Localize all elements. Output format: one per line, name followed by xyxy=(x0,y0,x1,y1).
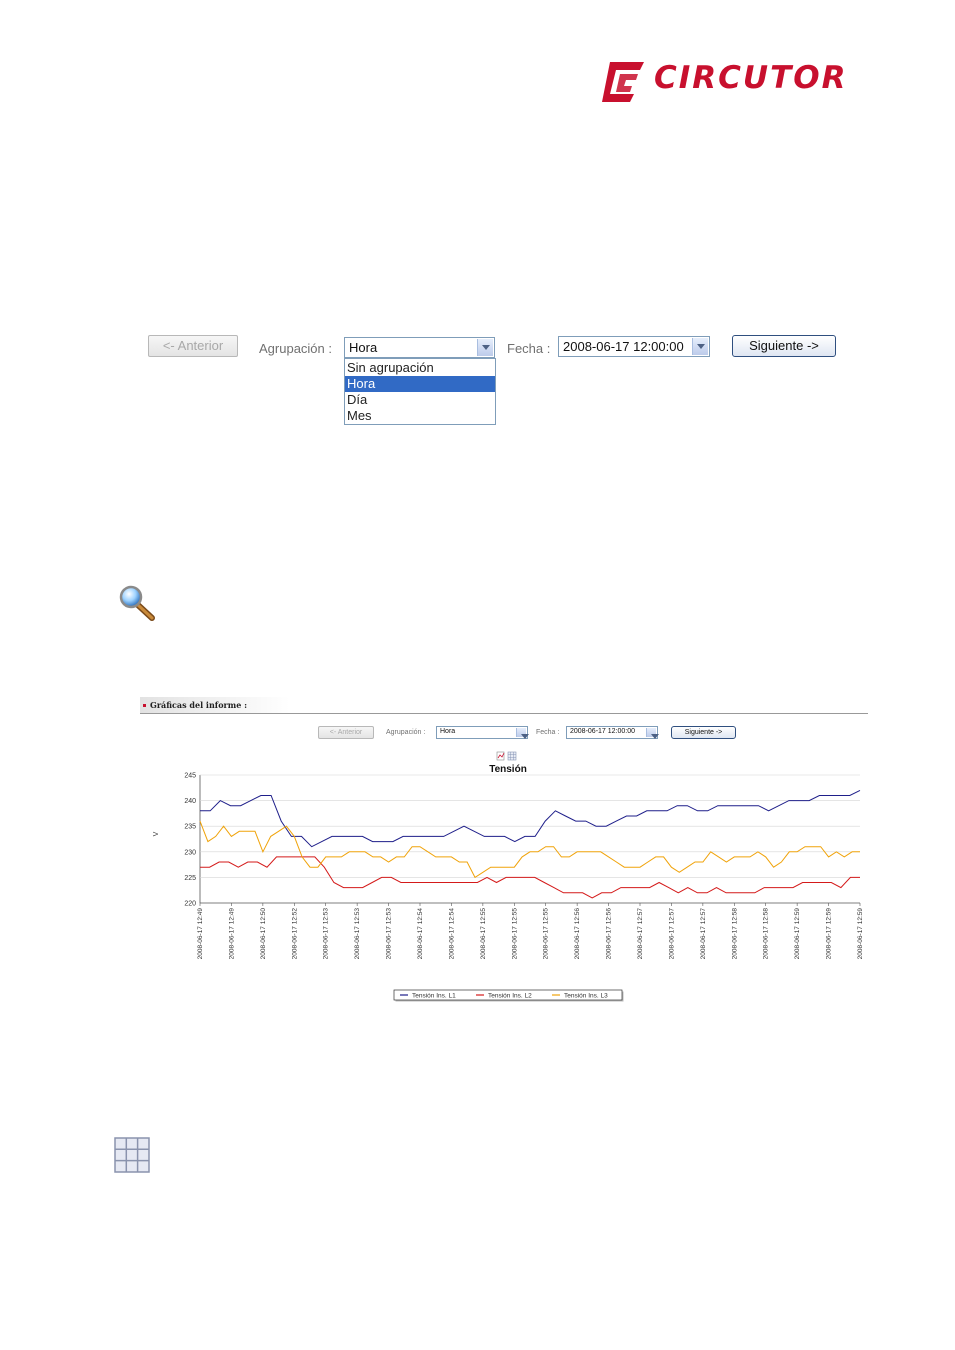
legend-label: Tensión Ins. L1 xyxy=(412,992,456,999)
bullet-icon xyxy=(143,704,146,707)
siguiente-button[interactable]: Siguiente -> xyxy=(732,335,836,357)
chart-legend: Tensión Ins. L1 Tensión Ins. L2 Tensión In… xyxy=(393,989,624,1002)
y-tick-label: 220 xyxy=(184,901,196,908)
series-line xyxy=(199,820,860,879)
x-tick-label: 2008-06-17 12:56 xyxy=(606,908,613,960)
report-anterior-button[interactable]: <- Anterior xyxy=(318,726,374,739)
legend-label: Tensión Ins. L2 xyxy=(488,992,532,999)
y-tick-label: 230 xyxy=(184,849,196,856)
chevron-down-icon[interactable] xyxy=(477,339,493,356)
chart-title: Tensión xyxy=(489,764,527,775)
chevron-down-icon[interactable] xyxy=(516,728,529,739)
x-tick-label: 2008-06-17 12:58 xyxy=(763,908,770,960)
magnifier-icon xyxy=(116,584,158,624)
agrupacion-option[interactable]: Mes xyxy=(345,408,495,424)
x-tick-label: 2008-06-17 12:50 xyxy=(260,908,267,960)
x-tick-label: 2008-06-17 12:57 xyxy=(700,908,707,960)
agrupacion-dropdown-list: Sin agrupación Hora Día Mes xyxy=(344,358,496,425)
report-section-tab: Gráficas del informe : xyxy=(140,697,290,713)
report-agrupacion-label: Agrupación : xyxy=(386,729,426,736)
agrupacion-option[interactable]: Sin agrupación xyxy=(345,360,495,376)
circutor-logo: CIRCUTOR xyxy=(600,58,855,108)
legend-label: Tensión Ins. L3 xyxy=(564,992,608,999)
x-tick-label: 2008-06-17 12:57 xyxy=(637,908,644,960)
chart-view-toggle xyxy=(496,748,518,761)
x-tick-label: 2008-06-17 12:54 xyxy=(448,908,455,960)
fecha-select[interactable]: 2008-06-17 12:00:00 xyxy=(558,336,710,357)
x-tick-label: 2008-06-17 12:49 xyxy=(228,908,235,960)
x-tick-label: 2008-06-17 12:59 xyxy=(826,908,833,960)
report-section-header: Gráficas del informe : xyxy=(140,697,868,714)
report-siguiente-button[interactable]: Siguiente -> xyxy=(671,726,736,739)
x-tick-label: 2008-06-17 12:53 xyxy=(323,908,330,960)
agrupacion-select-value: Hora xyxy=(349,340,378,355)
x-tick-label: 2008-06-17 12:52 xyxy=(291,908,298,960)
x-tick-label: 2008-06-17 12:54 xyxy=(417,908,424,960)
circutor-logo-mark xyxy=(602,62,644,102)
agrupacion-select[interactable]: Hora xyxy=(344,337,495,358)
anterior-button[interactable]: <- Anterior xyxy=(148,335,238,357)
chart-x-ticks: 2008-06-17 12:49 2008-06-17 12:49 2008-06-… xyxy=(197,903,864,959)
x-tick-label: 2008-06-17 12:55 xyxy=(511,908,518,960)
chart-series-lines xyxy=(199,789,861,899)
x-tick-label: 2008-06-17 12:56 xyxy=(574,908,581,960)
chevron-down-icon[interactable] xyxy=(646,728,659,739)
report-agrupacion-value: Hora xyxy=(440,728,456,735)
x-tick-label: 2008-06-17 12:55 xyxy=(543,908,550,960)
tension-chart: Tensión V 220 225 230 235 240 245 2008-06-17 … xyxy=(153,764,864,1002)
x-tick-label: 2008-06-17 12:59 xyxy=(794,908,801,960)
agrupacion-label: Agrupación : xyxy=(259,341,332,356)
x-tick-label: 2008-06-17 12:58 xyxy=(731,908,738,960)
grid-table-icon xyxy=(114,1137,150,1173)
fecha-select-value: 2008-06-17 12:00:00 xyxy=(563,339,684,354)
brand-name: CIRCUTOR xyxy=(654,60,848,96)
agrupacion-option-selected[interactable]: Hora xyxy=(345,376,495,392)
chart-y-ticks: 220 225 230 235 240 245 xyxy=(184,773,196,908)
y-tick-label: 245 xyxy=(184,773,196,780)
y-tick-label: 235 xyxy=(184,824,196,831)
x-tick-label: 2008-06-17 12:57 xyxy=(668,908,675,960)
series-line xyxy=(200,789,861,848)
x-tick-label: 2008-06-17 12:49 xyxy=(197,908,204,960)
chart-y-axis-label: V xyxy=(153,831,160,836)
y-tick-label: 225 xyxy=(184,875,196,882)
x-tick-label: 2008-06-17 12:53 xyxy=(354,908,361,960)
x-tick-label: 2008-06-17 12:53 xyxy=(386,908,393,960)
chevron-down-icon[interactable] xyxy=(692,338,708,355)
report-section-title: Gráficas del informe : xyxy=(150,700,248,710)
report-fecha-label: Fecha : xyxy=(536,729,560,736)
report-fecha-value: 2008-06-17 12:00:00 xyxy=(570,728,635,735)
y-tick-label: 240 xyxy=(184,798,196,805)
x-tick-label: 2008-06-17 12:55 xyxy=(480,908,487,960)
agrupacion-option[interactable]: Día xyxy=(345,392,495,408)
chart-grid xyxy=(199,774,860,904)
report-fecha-select[interactable]: 2008-06-17 12:00:00 xyxy=(566,726,659,739)
x-tick-label: 2008-06-17 12:59 xyxy=(857,908,864,960)
fecha-label: Fecha : xyxy=(507,341,551,356)
report-agrupacion-select[interactable]: Hora xyxy=(436,726,529,739)
